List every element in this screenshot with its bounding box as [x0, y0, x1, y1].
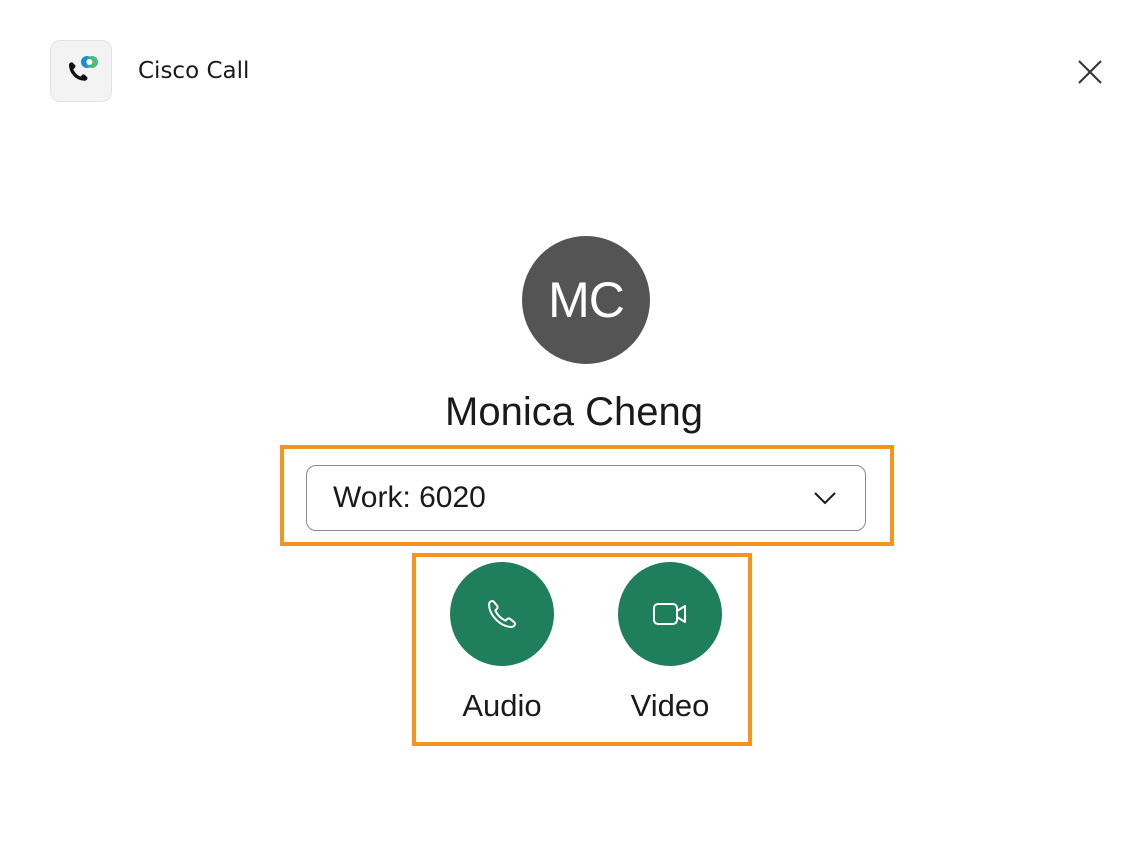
avatar: MC: [522, 236, 650, 364]
phone-logo-icon: [69, 56, 98, 81]
audio-call-action: Audio: [450, 562, 554, 724]
video-call-action: Video: [618, 562, 722, 724]
avatar-initials: MC: [548, 272, 625, 328]
video-call-button[interactable]: [618, 562, 722, 666]
chevron-down-icon: [811, 484, 839, 512]
audio-call-button[interactable]: [450, 562, 554, 666]
contact-name: Monica Cheng: [445, 390, 703, 434]
video-label: Video: [630, 688, 710, 723]
selected-number: Work: 6020: [333, 481, 486, 514]
cisco-call-window: Cisco Call MC Monica Cheng Work: 6020 Au…: [0, 0, 1148, 860]
close-button[interactable]: [1074, 56, 1106, 88]
window-title: Cisco Call: [138, 58, 250, 84]
close-icon: [1078, 60, 1102, 84]
cisco-call-app-icon: [50, 40, 112, 102]
phone-icon: [488, 600, 516, 628]
phone-number-select[interactable]: Work: 6020: [306, 465, 866, 531]
video-camera-icon: [653, 603, 686, 625]
audio-label: Audio: [462, 688, 542, 723]
